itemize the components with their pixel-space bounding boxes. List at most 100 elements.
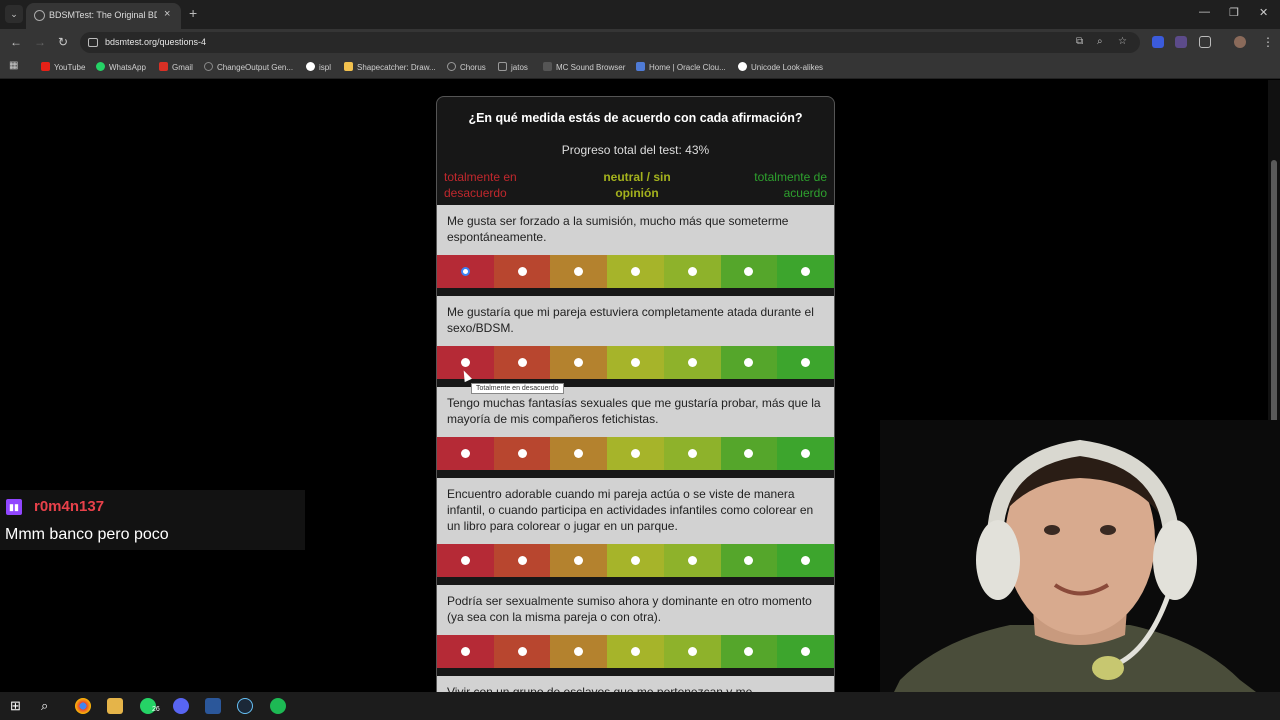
radio-button[interactable] <box>631 449 641 458</box>
answer-option-6[interactable] <box>720 635 778 668</box>
answer-option-2[interactable] <box>493 346 551 379</box>
answer-option-2[interactable] <box>493 544 551 577</box>
radio-button[interactable] <box>460 449 470 458</box>
answer-option-7[interactable] <box>777 346 834 379</box>
answer-option-6[interactable] <box>720 346 778 379</box>
answer-option-4[interactable] <box>607 635 664 668</box>
tab-search-button[interactable]: ⌄ <box>5 5 23 23</box>
radio-button[interactable] <box>574 556 584 565</box>
answer-option-4[interactable] <box>607 437 664 470</box>
answer-option-4[interactable] <box>607 346 664 379</box>
radio-button[interactable] <box>631 358 641 367</box>
answer-option-3[interactable] <box>550 346 608 379</box>
bookmark-item[interactable]: ChangeOutput Gen... <box>204 62 293 72</box>
answer-option-5[interactable] <box>663 437 721 470</box>
new-tab-button[interactable]: + <box>189 5 197 21</box>
radio-button[interactable] <box>744 267 754 276</box>
site-info-icon[interactable] <box>88 38 98 47</box>
radio-button[interactable] <box>801 267 811 276</box>
back-arrow-icon[interactable]: ← <box>10 35 22 49</box>
answer-option-1[interactable] <box>437 255 494 288</box>
radio-button[interactable] <box>460 647 470 656</box>
radio-button[interactable] <box>801 556 811 565</box>
bookmark-item[interactable]: ispl <box>306 62 331 72</box>
radio-button[interactable] <box>687 449 697 458</box>
radio-button[interactable] <box>517 358 527 367</box>
extension-icon[interactable] <box>1152 36 1164 48</box>
extensions-puzzle-icon[interactable] <box>1199 36 1211 48</box>
radio-button[interactable] <box>801 647 811 656</box>
discord-icon[interactable] <box>173 698 189 714</box>
chrome-icon[interactable] <box>75 698 91 714</box>
answer-option-4[interactable] <box>607 255 664 288</box>
word-icon[interactable] <box>205 698 221 714</box>
menu-kebab-icon[interactable]: ⋮ <box>1262 35 1274 49</box>
answer-option-2[interactable] <box>493 635 551 668</box>
radio-button[interactable] <box>574 267 584 276</box>
radio-button[interactable] <box>744 647 754 656</box>
radio-button[interactable] <box>574 647 584 656</box>
search-icon[interactable]: ⌕ <box>41 698 57 714</box>
answer-option-3[interactable] <box>550 437 608 470</box>
radio-button[interactable] <box>517 647 527 656</box>
radio-button[interactable] <box>631 267 641 276</box>
reload-icon[interactable]: ↻ <box>58 35 68 49</box>
answer-option-7[interactable] <box>777 635 834 668</box>
browser-tab[interactable]: BDSMTest: The Original BDSM × <box>26 3 181 29</box>
answer-option-5[interactable] <box>663 635 721 668</box>
zoom-icon[interactable]: ⌕ <box>1097 36 1103 47</box>
radio-button[interactable] <box>687 267 697 276</box>
radio-button[interactable] <box>687 556 697 565</box>
radio-button[interactable] <box>574 358 584 367</box>
extension-icon[interactable] <box>1175 36 1187 48</box>
windows-start-icon[interactable]: ⊞ <box>10 698 26 714</box>
answer-option-2[interactable] <box>493 437 551 470</box>
radio-button[interactable] <box>574 449 584 458</box>
answer-option-6[interactable] <box>720 437 778 470</box>
file-explorer-icon[interactable] <box>107 698 123 714</box>
radio-button[interactable] <box>517 556 527 565</box>
spotify-icon[interactable] <box>270 698 286 714</box>
bookmark-item[interactable]: YouTube <box>41 62 85 72</box>
bookmark-item[interactable]: jatos <box>498 62 528 72</box>
bookmark-star-icon[interactable]: ☆ <box>1118 36 1127 47</box>
answer-option-6[interactable] <box>720 544 778 577</box>
answer-option-3[interactable] <box>550 544 608 577</box>
radio-button[interactable] <box>631 647 641 656</box>
answer-option-3[interactable] <box>550 255 608 288</box>
apps-grid-icon[interactable]: ▦ <box>9 60 18 71</box>
answer-option-7[interactable] <box>777 437 834 470</box>
radio-button[interactable] <box>687 647 697 656</box>
radio-button[interactable] <box>460 267 470 276</box>
radio-button[interactable] <box>744 556 754 565</box>
answer-option-4[interactable] <box>607 544 664 577</box>
radio-button[interactable] <box>744 358 754 367</box>
url-text[interactable]: bdsmtest.org/questions-4 <box>105 37 206 47</box>
bookmark-item[interactable]: Unicode Look-alikes <box>738 62 823 72</box>
answer-option-1[interactable] <box>437 437 494 470</box>
answer-option-6[interactable] <box>720 255 778 288</box>
answer-option-7[interactable] <box>777 544 834 577</box>
close-window-button[interactable]: ✕ <box>1259 6 1268 19</box>
radio-button[interactable] <box>801 358 811 367</box>
radio-button[interactable] <box>801 449 811 458</box>
radio-button[interactable] <box>460 358 470 367</box>
answer-option-1[interactable] <box>437 544 494 577</box>
forward-arrow-icon[interactable]: → <box>34 35 46 49</box>
radio-button[interactable] <box>460 556 470 565</box>
bookmark-item[interactable]: Gmail <box>159 62 193 72</box>
profile-avatar[interactable] <box>1234 36 1246 48</box>
radio-button[interactable] <box>517 267 527 276</box>
radio-button[interactable] <box>744 449 754 458</box>
answer-option-2[interactable] <box>493 255 551 288</box>
tab-close-button[interactable]: × <box>164 8 170 20</box>
radio-button[interactable] <box>631 556 641 565</box>
answer-option-3[interactable] <box>550 635 608 668</box>
address-bar[interactable]: bdsmtest.org/questions-4 ⧉ ⌕ ☆ <box>80 32 1140 53</box>
minimize-button[interactable]: — <box>1199 6 1210 18</box>
bookmark-item[interactable]: WhatsApp <box>96 62 146 72</box>
steam-icon[interactable] <box>237 698 253 714</box>
translate-icon[interactable]: ⧉ <box>1076 36 1083 47</box>
answer-option-5[interactable] <box>663 255 721 288</box>
bookmark-item[interactable]: Chorus <box>447 62 486 72</box>
